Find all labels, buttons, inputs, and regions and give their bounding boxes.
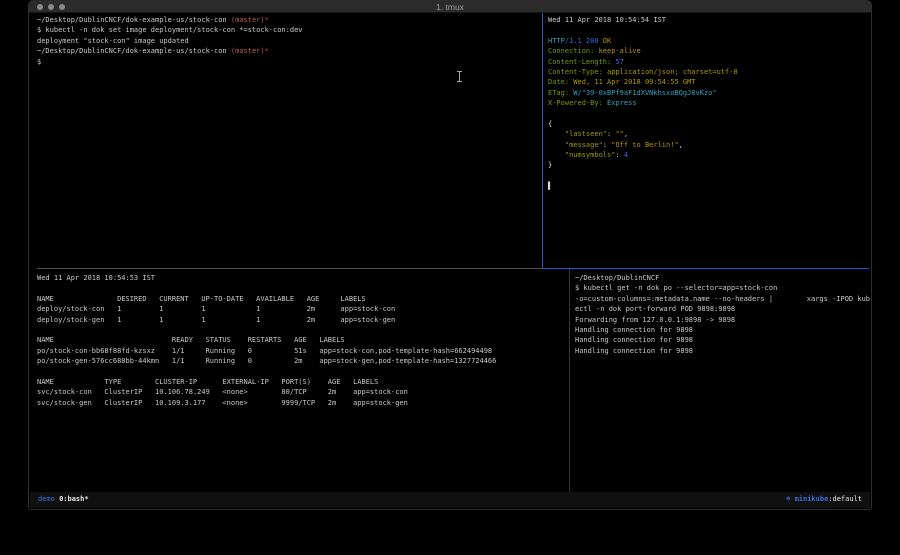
ibeam-mouse-cursor [456,71,463,82]
terminal-line [37,367,565,377]
pane-shell-top-left[interactable]: ~/Desktop/DublinCNCF/dok-example-us/stoc… [37,15,537,67]
pane-divider-vertical-bottom[interactable] [569,269,570,492]
tmux-status-bar: demo 0:bash* ☸ minikube:default [30,492,870,508]
pane-kubectl-resources[interactable]: Wed 11 Apr 2018 10:54:53 IST NAME DESIRED… [37,273,565,408]
pane-port-forward[interactable]: ~/Desktop/DublinCNCF$ kubectl get -n dok… [575,273,867,356]
terminal-line: ectl -n dok port-forward POD 9898:9898 [575,304,867,314]
terminal-line: deploy/stock-gen 1 1 1 1 2m app=stock-ge… [37,315,565,325]
terminal-line: "lastseen": "", [548,129,868,139]
terminal-line [37,283,565,293]
status-left: demo 0:bash* [38,492,89,507]
pane-http-response[interactable]: Wed 11 Apr 2018 10:54:54 IST HTTP/1.1 200… [548,15,868,192]
desktop: 1. tmux ~/Desktop/DublinCNCF/dok-example… [0,0,900,555]
terminal-line: } [548,160,868,170]
pane-divider-horizontal-left[interactable] [37,268,542,269]
window-tab-bash[interactable]: 0:bash* [59,495,89,503]
terminal-line: NAME TYPE CLUSTER-IP EXTERNAL-IP PORT(S)… [37,377,565,387]
terminal-line: Handling connection for 9898 [575,325,867,335]
terminal-line: po/stock-gen-576cc688bb-44kmn 1/1 Runnin… [37,356,565,366]
terminal-line: "numsymbols": 4 [548,150,868,160]
terminal-line: HTTP/1.1 200 OK [548,36,868,46]
terminal-line [548,109,868,119]
terminal-line: NAME READY STATUS RESTARTS AGE LABELS [37,335,565,345]
terminal-line: ETag: W/"39-0xBPf9aF1dXVNkhsxoBQgJ8vKzo" [548,88,868,98]
terminal-line: $ [37,57,537,67]
status-right: ☸ minikube:default [786,492,862,507]
terminal-line: Forwarding from 127.0.0.1:9898 -> 9898 [575,315,867,325]
session-name: demo [38,495,55,503]
terminal-line: NAME DESIRED CURRENT UP-TO-DATE AVAILABL… [37,294,565,304]
terminal-line: "message": "Off to Berlin!", [548,140,868,150]
terminal-line: Connection: keep-alive [548,46,868,56]
terminal-line: ~/Desktop/DublinCNCF/dok-example-us/stoc… [37,46,537,56]
terminal-line [548,25,868,35]
terminal-line: Content-Type: application/json; charset=… [548,67,868,77]
terminal-line: X-Powered-By: Express [548,98,868,108]
terminal-line: Wed 11 Apr 2018 10:54:54 IST [548,15,868,25]
terminal-line: ~/Desktop/DublinCNCF [575,273,867,283]
window-title: 1. tmux [29,2,871,12]
terminal-line: -o=custom-columns=:metadata.name --no-he… [575,294,867,304]
terminal-line: po/stock-con-bb68f88fd-kzsxz 1/1 Running… [37,346,565,356]
terminal-window: 1. tmux ~/Desktop/DublinCNCF/dok-example… [28,0,872,510]
terminal-line: Date: Wed, 11 Apr 2018 09:54:55 GMT [548,77,868,87]
kube-namespace: :default [828,495,862,503]
terminal-line: deploy/stock-con 1 1 1 1 2m app=stock-co… [37,304,565,314]
terminal-line: ~/Desktop/DublinCNCF/dok-example-us/stoc… [37,15,537,25]
terminal-line: Handling connection for 9898 [575,335,867,345]
terminal-line: svc/stock-con ClusterIP 10.106.78.249 <n… [37,387,565,397]
terminal-line: $ kubectl -n dok set image deployment/st… [37,25,537,35]
terminal-line: svc/stock-gen ClusterIP 10.109.3.177 <no… [37,398,565,408]
pane-divider-horizontal-right[interactable] [542,268,869,269]
terminal-line: $ kubectl get -n dok po --selector=app=s… [575,283,867,293]
terminal-line [37,325,565,335]
terminal-line: Handling connection for 9898 [575,346,867,356]
terminal-line [548,171,868,181]
terminal-line: { [548,119,868,129]
terminal-line: Content-Length: 57 [548,57,868,67]
pane-divider-vertical-top[interactable] [542,13,543,268]
terminal-line: ▌ [548,181,868,191]
kube-context: minikube [795,495,829,503]
window-titlebar[interactable]: 1. tmux [29,0,871,13]
terminal-line: deployment "stock-con" image updated [37,36,537,46]
terminal-line: Wed 11 Apr 2018 10:54:53 IST [37,273,565,283]
